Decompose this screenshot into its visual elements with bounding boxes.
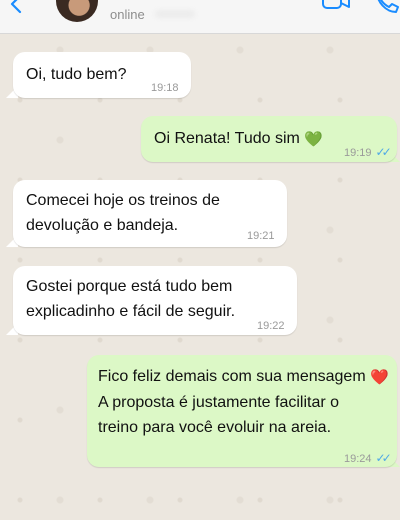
read-receipt-icon: ✓✓ [375,145,392,159]
back-chevron-icon[interactable] [6,0,26,14]
message-text: A proposta é justamente facilitar o trei… [98,394,340,436]
contact-status: online [110,7,145,22]
message-line: Fico feliz demais com sua mensagem ❤️ [98,364,394,390]
message-time: 19:18 [151,82,179,94]
message-time: 19:21 [247,230,275,242]
message-bubble-incoming[interactable]: Comecei hoje os treinos de devolução e b… [13,180,287,247]
message-bubble-incoming[interactable]: Gostei porque está tudo bem explicadinho… [13,266,297,335]
message-text-wrap: Oi Renata! Tudo sim 💚 [154,126,323,152]
message-text: Fico feliz demais com sua mensagem [98,368,366,385]
message-time-wrap: 19:24 ✓✓ [344,446,392,472]
message-time: 19:22 [257,320,285,332]
chat-header: online [0,0,400,34]
phone-call-icon[interactable] [374,0,400,16]
message-bubble-outgoing[interactable]: Oi Renata! Tudo sim 💚 19:19 ✓✓ [141,116,397,162]
message-bubble-incoming[interactable]: Oi, tudo bem? 19:18 [13,52,191,98]
green-heart-emoji: 💚 [304,131,323,148]
message-time-wrap: 19:19 ✓✓ [344,140,392,166]
message-time: 19:24 [344,453,372,465]
message-time: 19:19 [344,147,372,159]
message-text: Oi, tudo bem? [26,66,127,83]
message-text-wrap: Fico feliz demais com sua mensagem ❤️ A … [98,364,394,440]
video-call-icon[interactable] [322,0,350,14]
message-bubble-outgoing[interactable]: Fico feliz demais com sua mensagem ❤️ A … [87,355,397,467]
avatar[interactable] [56,0,98,22]
red-heart-emoji: ❤️ [370,369,389,386]
blurred-contact-info [155,10,195,18]
message-text: Oi Renata! Tudo sim [154,130,300,147]
message-text: Gostei porque está tudo bem explicadinho… [26,278,236,320]
read-receipt-icon: ✓✓ [375,451,392,465]
message-text: Comecei hoje os treinos de devolução e b… [26,192,220,234]
